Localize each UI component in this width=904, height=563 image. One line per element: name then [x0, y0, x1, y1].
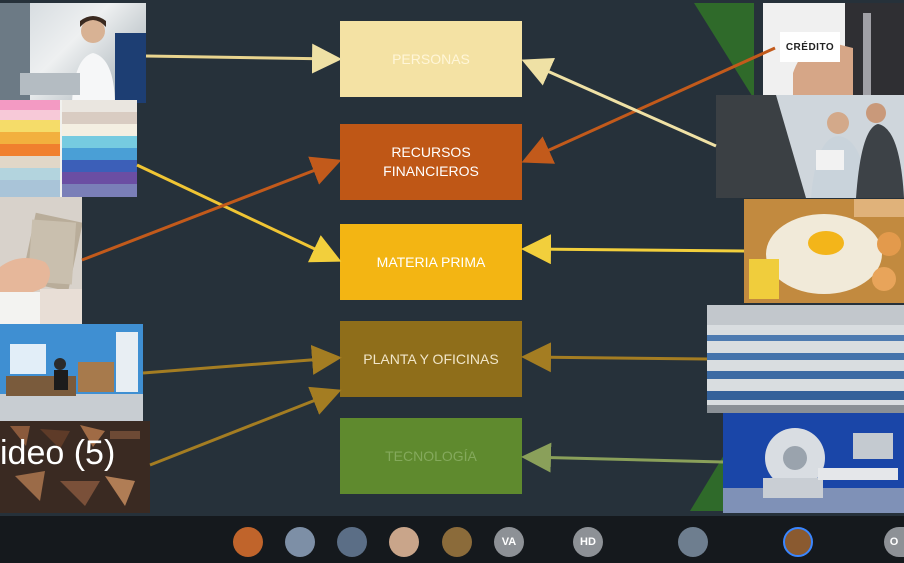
slide-canvas: ideo (5) CRÉDITO PERSONAS RECURSOS FINAN… — [0, 0, 904, 516]
arrow-dealer-personas — [521, 58, 717, 148]
participant-avatar[interactable] — [233, 527, 263, 557]
arrow-money-recursos — [81, 156, 342, 262]
participant-avatar[interactable] — [442, 527, 472, 557]
arrow-office-planta — [142, 344, 342, 375]
arrow-machine-tecnologia — [521, 442, 724, 473]
arrow-flour-materia — [521, 234, 745, 265]
arrows-layer — [81, 43, 776, 473]
arrow-factory-planta — [521, 342, 708, 373]
participant-initials[interactable]: HD — [573, 527, 603, 557]
participant-avatar-active[interactable] — [783, 527, 813, 557]
arrow-leather-planta — [149, 386, 342, 467]
participant-avatar[interactable] — [337, 527, 367, 557]
arrow-credit-recursos — [521, 46, 776, 164]
participant-avatar[interactable] — [389, 527, 419, 557]
participant-initials[interactable]: VA — [494, 527, 524, 557]
arrow-fabric-materia — [136, 163, 342, 263]
participant-avatar[interactable] — [285, 527, 315, 557]
participant-avatar[interactable] — [678, 527, 708, 557]
arrow-seamstress-personas — [145, 43, 342, 74]
